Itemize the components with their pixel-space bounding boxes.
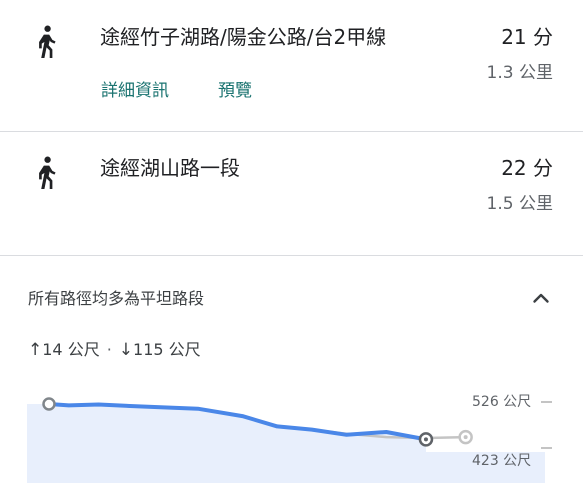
chevron-up-icon[interactable] — [527, 284, 555, 312]
ascent-value: 14 公尺 — [42, 340, 100, 359]
route-option-2[interactable]: 途經湖山路一段 22 分 1.5 公里 — [0, 132, 583, 255]
ascent-arrow-icon: ↑ — [28, 340, 43, 360]
descent-arrow-icon: ↓ — [118, 340, 134, 360]
walk-icon — [39, 156, 56, 189]
descent-value: 115 公尺 — [133, 340, 201, 359]
separator-dot: · — [106, 340, 112, 359]
route-time: 22 分 — [501, 156, 553, 180]
max-elevation-label: 526 公尺 — [472, 394, 531, 410]
route-distance: 1.5 公里 — [486, 194, 553, 214]
preview-link[interactable]: 預覽 — [218, 80, 252, 102]
route-via-text: 途經湖山路一段 — [100, 156, 240, 180]
elevation-section: 所有路徑均多為平坦路段 ↑14 公尺 · ↓115 公尺 526 公尺 423 公尺 — [0, 256, 583, 483]
end-marker-dot — [423, 437, 428, 442]
start-marker — [42, 397, 56, 411]
alt-end-marker-dot — [463, 435, 468, 440]
details-link[interactable]: 詳細資訊 — [101, 80, 169, 102]
elevation-stats: ↑14 公尺 · ↓115 公尺 — [28, 340, 201, 360]
route-time: 21 分 — [501, 25, 553, 49]
route-distance: 1.3 公里 — [486, 63, 553, 83]
min-elevation-label: 423 公尺 — [472, 453, 531, 469]
elevation-summary: 所有路徑均多為平坦路段 — [28, 289, 205, 308]
walk-icon — [39, 25, 56, 58]
chart-marks — [27, 397, 545, 483]
elevation-chart: 526 公尺 423 公尺 — [27, 394, 552, 483]
route-option-1[interactable]: 途經竹子湖路/陽金公路/台2甲線 21 分 1.3 公里 詳細資訊 預覽 — [0, 0, 583, 131]
route-via-text: 途經竹子湖路/陽金公路/台2甲線 — [100, 25, 387, 49]
